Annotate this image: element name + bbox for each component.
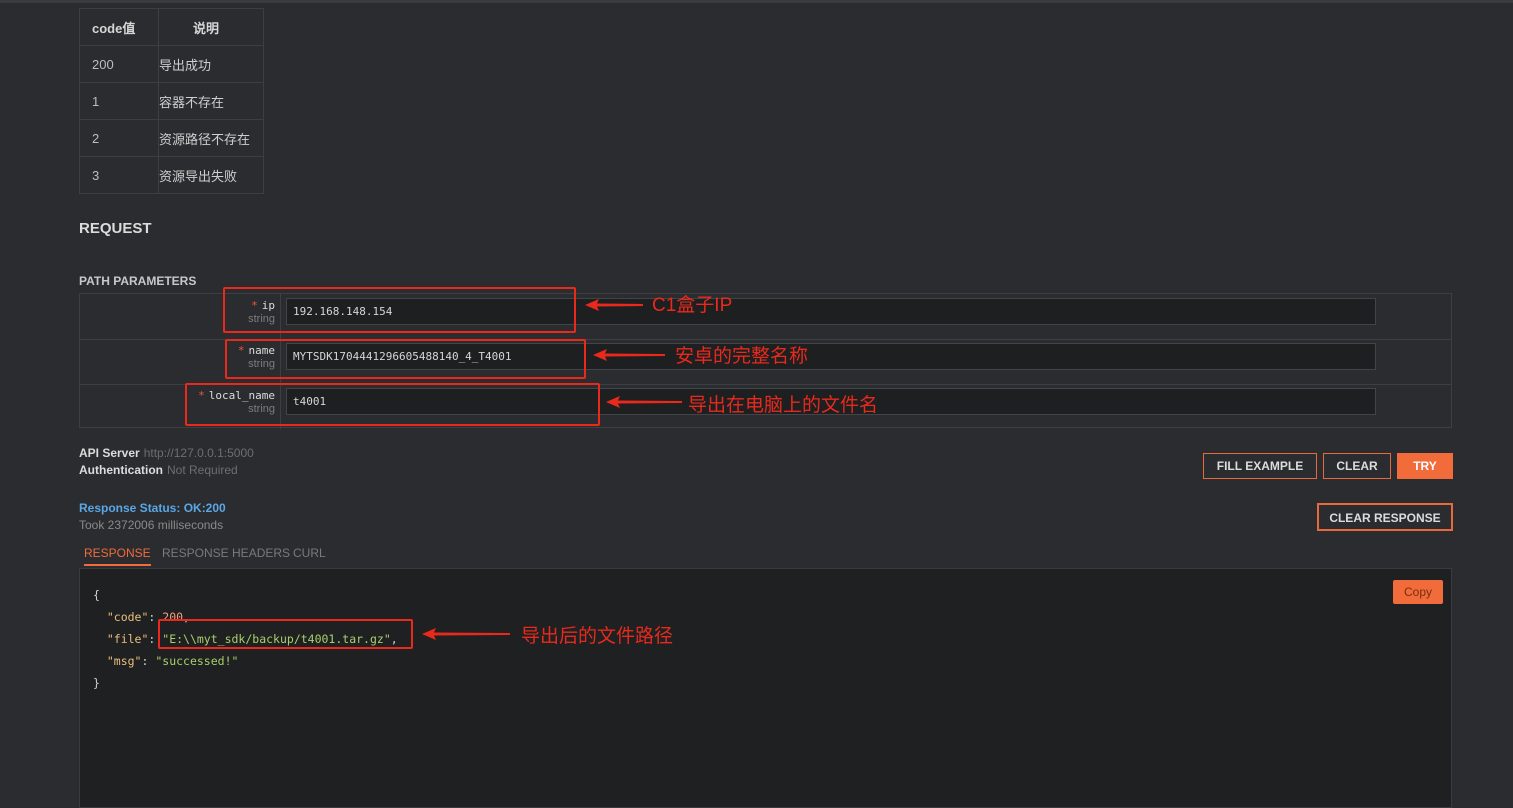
tab-curl[interactable]: CURL bbox=[293, 546, 326, 560]
table-row: 2 资源路径不存在 bbox=[79, 119, 264, 157]
clear-button[interactable]: CLEAR bbox=[1323, 453, 1391, 479]
authentication-value: Not Required bbox=[167, 463, 238, 477]
annotation-label-local-name: 导出在电脑上的文件名 bbox=[688, 395, 879, 416]
path-parameters-heading: PATH PARAMETERS bbox=[79, 274, 197, 288]
api-server-value: http://127.0.0.1:5000 bbox=[143, 446, 254, 460]
code-cell: 3 bbox=[79, 156, 159, 194]
response-body: { "code": 200, "file": "E:\\myt_sdk/back… bbox=[79, 568, 1452, 808]
copy-button[interactable]: Copy bbox=[1393, 580, 1443, 604]
response-status: Response Status: OK:200 bbox=[79, 501, 226, 515]
json-close-brace: } bbox=[93, 676, 100, 690]
api-server-label: API Server bbox=[79, 446, 140, 460]
try-button[interactable]: TRY bbox=[1397, 453, 1453, 479]
tab-response-headers[interactable]: RESPONSE HEADERS bbox=[162, 546, 290, 560]
annotation-arrow-icon bbox=[585, 299, 643, 311]
json-key-code: "code" bbox=[106, 610, 149, 624]
annotation-arrow-icon bbox=[422, 628, 510, 640]
code-cell: 2 bbox=[79, 119, 159, 157]
annotation-box-local-name bbox=[185, 383, 600, 426]
json-key-msg: "msg" bbox=[106, 654, 142, 668]
annotation-label-ip: C1盒子IP bbox=[652, 295, 733, 316]
json-value-msg: "successed!" bbox=[155, 654, 239, 668]
api-server-row: API Server http://127.0.0.1:5000 bbox=[79, 446, 254, 460]
annotation-label-file: 导出后的文件路径 bbox=[521, 626, 674, 647]
code-cell: 1 bbox=[79, 82, 159, 120]
description-cell: 资源导出失败 bbox=[158, 156, 264, 194]
table-row: 1 容器不存在 bbox=[79, 82, 264, 120]
table-row: 200 导出成功 bbox=[79, 45, 264, 83]
top-border bbox=[0, 0, 1513, 3]
request-heading: REQUEST bbox=[79, 220, 152, 237]
response-time: Took 2372006 milliseconds bbox=[79, 518, 224, 532]
annotation-box-file bbox=[158, 619, 413, 649]
clear-response-button[interactable]: CLEAR RESPONSE bbox=[1317, 503, 1453, 531]
code-cell: 200 bbox=[79, 45, 159, 83]
json-open-brace: { bbox=[93, 588, 100, 602]
fill-example-button[interactable]: FILL EXAMPLE bbox=[1203, 453, 1317, 479]
code-table-header: code值 说明 bbox=[79, 8, 264, 46]
annotation-arrow-icon bbox=[593, 349, 665, 361]
authentication-label: Authentication bbox=[79, 463, 163, 477]
json-key-file: "file" bbox=[106, 632, 149, 646]
tab-response[interactable]: RESPONSE bbox=[84, 546, 151, 566]
table-row: 3 资源导出失败 bbox=[79, 156, 264, 194]
annotation-arrow-icon bbox=[606, 396, 682, 408]
description-cell: 导出成功 bbox=[158, 45, 264, 83]
annotation-box-ip bbox=[223, 287, 576, 333]
code-table: code值 说明 200 导出成功 1 容器不存在 2 资源路径不存在 3 资源… bbox=[79, 8, 264, 194]
code-column-header: code值 bbox=[79, 8, 159, 46]
annotation-label-name: 安卓的完整名称 bbox=[675, 346, 809, 367]
description-cell: 资源路径不存在 bbox=[158, 119, 264, 157]
description-column-header: 说明 bbox=[158, 8, 264, 46]
annotation-box-name bbox=[225, 339, 586, 379]
authentication-row: Authentication Not Required bbox=[79, 463, 238, 477]
description-cell: 容器不存在 bbox=[158, 82, 264, 120]
